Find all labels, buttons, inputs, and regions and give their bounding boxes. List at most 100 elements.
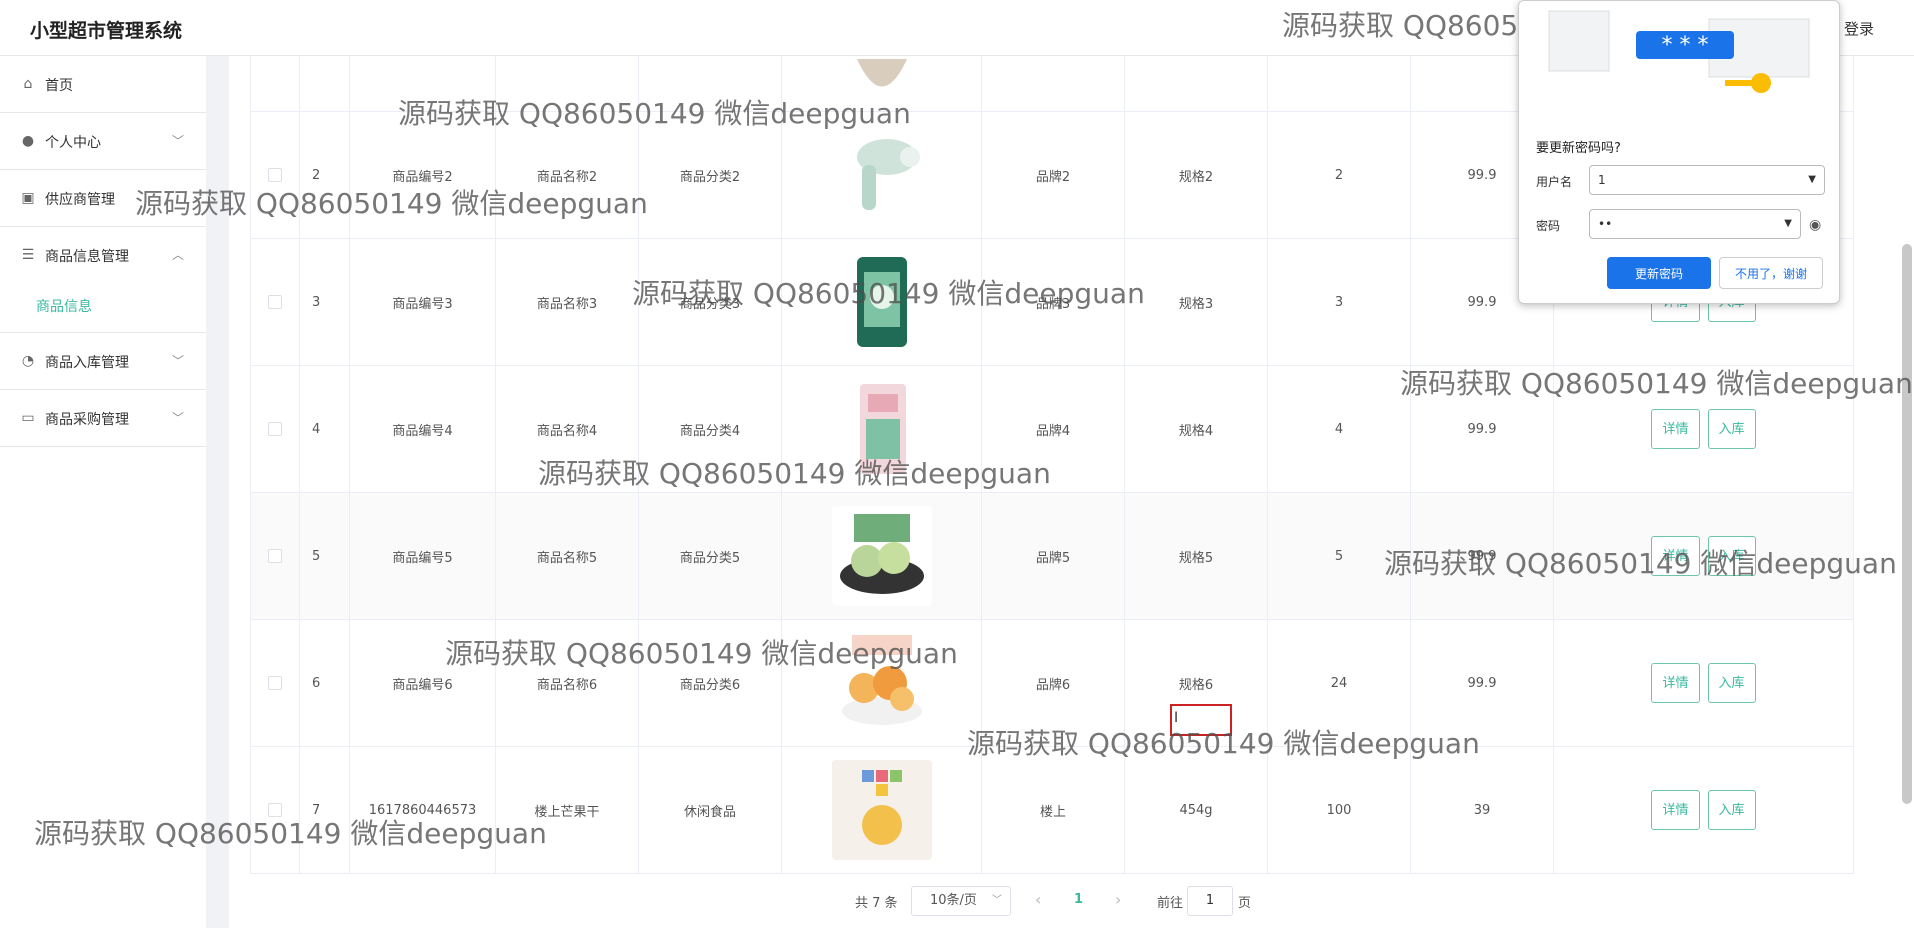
cursor-highlight xyxy=(1170,704,1232,736)
cell-code: 商品编号3 xyxy=(350,239,496,365)
cell-price: 99.9 xyxy=(1411,493,1554,619)
detail-button[interactable]: 详情 xyxy=(1651,409,1700,449)
cell-price: 99.9 xyxy=(1411,620,1554,746)
table-row: 4 商品编号4 商品名称4 商品分类4 品牌4 规格4 4 99.9 详情 入库 xyxy=(250,366,1854,493)
cell-brand: 品牌3 xyxy=(982,239,1125,365)
product-image xyxy=(831,252,932,352)
scrollbar[interactable] xyxy=(1902,244,1912,804)
table-row: 7 1617860446573 楼上芒果干 休闲食品 楼上 454g 100 3… xyxy=(250,747,1854,874)
cell-code: 商品编号4 xyxy=(350,366,496,492)
dismiss-button[interactable]: 不用了，谢谢 xyxy=(1719,257,1823,289)
password-stars: * * * xyxy=(1662,33,1709,58)
app-title: 小型超市管理系统 xyxy=(30,20,183,42)
stock-in-button[interactable]: 入库 xyxy=(1707,536,1756,576)
eye-icon[interactable]: ◉ xyxy=(1809,217,1821,233)
sidebar-item-label: 商品采购管理 xyxy=(45,412,129,428)
sidebar-item-label: 个人中心 xyxy=(45,135,101,151)
total-count: 共 7 条 xyxy=(855,896,898,911)
sidebar-item-personal-center[interactable]: ● 个人中心 ﹀ xyxy=(0,113,206,170)
username-select[interactable]: 1 ▼ xyxy=(1589,165,1825,195)
product-image-partial xyxy=(856,58,907,86)
clipboard-icon: ▣ xyxy=(21,190,35,206)
password-label: 密码 xyxy=(1536,219,1561,233)
password-update-prompt: * * * 要更新密码吗? 用户名 1 ▼ 密码 •• ▼ ◉ 更新密码 不用了… xyxy=(1518,0,1840,304)
sidebar-item-supplier[interactable]: ▣ 供应商管理 xyxy=(0,170,206,227)
row-checkbox[interactable] xyxy=(268,422,282,436)
row-checkbox[interactable] xyxy=(268,549,282,563)
goto-page-input[interactable]: 1 xyxy=(1187,886,1233,916)
cell-brand: 品牌4 xyxy=(982,366,1125,492)
password-value: •• xyxy=(1598,217,1613,231)
cell-spec: 规格3 xyxy=(1125,239,1268,365)
pagination: 共 7 条 10条/页 ﹀ ‹ 1 › 前往 1 页 xyxy=(229,874,1914,928)
password-illustration-icon: * * * xyxy=(1548,10,1810,93)
current-page[interactable]: 1 xyxy=(1074,892,1083,907)
logout-link[interactable]: 登录 xyxy=(1844,18,1874,39)
username-value: 1 xyxy=(1598,173,1606,187)
cell-index: 5 xyxy=(300,493,350,619)
sidebar-subitem-product-info[interactable]: 商品信息 xyxy=(0,278,206,333)
user-icon: ● xyxy=(21,133,35,149)
product-image xyxy=(831,760,932,860)
username-label: 用户名 xyxy=(1536,175,1573,189)
cell-index: 3 xyxy=(300,239,350,365)
cell-category: 休闲食品 xyxy=(639,747,782,873)
cell-name: 商品名称2 xyxy=(496,112,639,238)
detail-button[interactable]: 详情 xyxy=(1651,790,1700,830)
stock-in-button[interactable]: 入库 xyxy=(1707,663,1756,703)
prompt-question: 要更新密码吗? xyxy=(1536,141,1621,156)
text-cursor-icon: I xyxy=(1174,710,1179,726)
row-checkbox[interactable] xyxy=(268,676,282,690)
cell-brand: 楼上 xyxy=(982,747,1125,873)
stock-in-button[interactable]: 入库 xyxy=(1707,409,1756,449)
cell-code: 商品编号2 xyxy=(350,112,496,238)
page-size-value: 10条/页 xyxy=(930,893,977,908)
cell-actions: 详情 入库 xyxy=(1554,493,1854,619)
detail-button[interactable]: 详情 xyxy=(1651,536,1700,576)
product-image xyxy=(831,379,932,479)
detail-button[interactable]: 详情 xyxy=(1651,663,1700,703)
compass-icon: ◔ xyxy=(21,353,35,369)
cell-quantity: 4 xyxy=(1268,366,1411,492)
cell-category: 商品分类3 xyxy=(639,239,782,365)
cell-code: 1617860446573 xyxy=(350,747,496,873)
page-size-select[interactable]: 10条/页 ﹀ xyxy=(911,886,1011,916)
sidebar-item-label: 商品信息管理 xyxy=(45,249,129,265)
cell-spec: 规格5 xyxy=(1125,493,1268,619)
prev-page-icon[interactable]: ‹ xyxy=(1035,890,1041,909)
caret-down-icon: ▼ xyxy=(1784,218,1792,229)
table-row: 6 商品编号6 商品名称6 商品分类6 品牌6 规格6 24 99.9 详情 入… xyxy=(250,620,1854,747)
sidebar-item-purchase[interactable]: ▭ 商品采购管理 ﹀ xyxy=(0,390,206,447)
chevron-up-icon: ︿ xyxy=(171,248,184,262)
cell-index: 4 xyxy=(300,366,350,492)
goto-label: 前往 xyxy=(1157,896,1184,911)
row-checkbox[interactable] xyxy=(268,803,282,817)
cell-index: 6 xyxy=(300,620,350,746)
password-select[interactable]: •• ▼ xyxy=(1589,209,1801,239)
cell-name: 商品名称6 xyxy=(496,620,639,746)
stock-in-button[interactable]: 入库 xyxy=(1707,790,1756,830)
sidebar-item-stock-in[interactable]: ◔ 商品入库管理 ﹀ xyxy=(0,333,206,390)
update-password-button[interactable]: 更新密码 xyxy=(1607,257,1711,289)
row-checkbox[interactable] xyxy=(268,168,282,182)
caret-down-icon: ▼ xyxy=(1808,174,1816,185)
chevron-down-icon: ﹀ xyxy=(171,411,184,425)
next-page-icon[interactable]: › xyxy=(1115,890,1121,909)
cell-name: 商品名称4 xyxy=(496,366,639,492)
cell-index: 7 xyxy=(300,747,350,873)
chevron-down-icon: ﹀ xyxy=(992,895,1002,906)
sidebar-item-product-info[interactable]: ☰ 商品信息管理 ︿ xyxy=(0,227,206,284)
cell-quantity: 2 xyxy=(1268,112,1411,238)
product-image xyxy=(831,633,932,733)
sidebar: ⌂ 首页 ● 个人中心 ﹀ ▣ 供应商管理 ☰ 商品信息管理 ︿ 商品信息 ◔ … xyxy=(0,56,206,928)
sidebar-item-home[interactable]: ⌂ 首页 xyxy=(0,56,206,113)
cell-actions: 详情 入库 xyxy=(1554,747,1854,873)
chevron-down-icon: ﹀ xyxy=(171,134,184,148)
row-checkbox[interactable] xyxy=(268,295,282,309)
cell-category: 商品分类6 xyxy=(639,620,782,746)
cell-quantity: 100 xyxy=(1268,747,1411,873)
product-image xyxy=(831,506,932,606)
cell-quantity: 5 xyxy=(1268,493,1411,619)
cell-quantity: 3 xyxy=(1268,239,1411,365)
page-suffix: 页 xyxy=(1238,896,1252,911)
